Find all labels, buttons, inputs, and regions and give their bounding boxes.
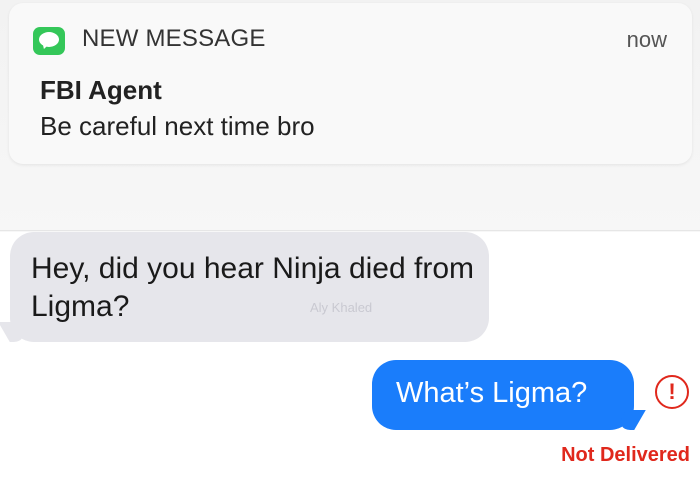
bubble-tail [614,410,646,430]
notification-banner[interactable]: NEW MESSAGE now FBI Agent Be careful nex… [9,3,692,164]
incoming-message-text: Hey, did you hear Ninja died from Ligma? [31,252,474,323]
incoming-message-bubble[interactable]: Hey, did you hear Ninja died from Ligma?… [0,232,489,342]
notification-time: now [626,27,667,52]
messages-app-icon [33,27,65,55]
notification-sender: FBI Agent [40,75,162,105]
watermark: Aly Khaled [310,300,373,315]
notification-app-name: NEW MESSAGE [82,25,266,52]
exclamation-error-icon[interactable]: ! [655,375,689,409]
outgoing-message-text: What’s Ligma? [396,377,588,409]
outgoing-message-bubble[interactable]: What’s Ligma? [372,360,646,430]
notification-preview: Be careful next time bro [40,111,315,141]
speech-bubble-tail [40,41,49,51]
divider [0,230,700,231]
bubble-tail [0,322,30,342]
delivery-status: Not Delivered [561,444,690,466]
